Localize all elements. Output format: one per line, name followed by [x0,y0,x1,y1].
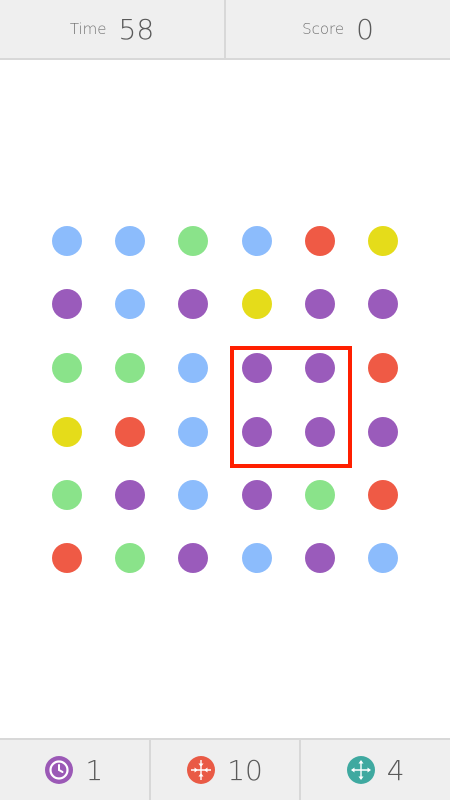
shrinker-icon [187,756,216,784]
dot-purple[interactable] [242,417,272,447]
game-screen: Time 58 Score 0 1 10 4 [0,0,450,800]
time-label: Time [69,20,107,38]
dot-purple[interactable] [305,289,335,319]
dot-blue[interactable] [368,543,398,573]
dot-green[interactable] [305,480,335,510]
dot-purple[interactable] [242,353,272,383]
time-display: Time 58 [0,0,224,58]
time-stop-count: 1 [85,753,104,787]
dot-yellow[interactable] [368,226,398,256]
score-display: Score 0 [224,0,450,58]
shrinker-count: 10 [227,753,263,787]
dot-green[interactable] [115,353,145,383]
dot-red[interactable] [368,480,398,510]
dot-purple[interactable] [115,480,145,510]
status-bar: Time 58 Score 0 [0,0,450,60]
dot-purple[interactable] [368,289,398,319]
dot-yellow[interactable] [52,417,82,447]
powerup-expander[interactable]: 4 [299,740,450,800]
dot-purple[interactable] [178,543,208,573]
dot-blue[interactable] [242,543,272,573]
dot-blue[interactable] [178,353,208,383]
dot-red[interactable] [115,417,145,447]
dot-board [0,60,450,738]
dot-blue[interactable] [242,226,272,256]
powerup-bar: 1 10 4 [0,738,450,800]
dot-red[interactable] [305,226,335,256]
expander-icon [346,756,375,784]
dot-red[interactable] [368,353,398,383]
dot-blue[interactable] [178,480,208,510]
dot-purple[interactable] [52,289,82,319]
dot-purple[interactable] [305,543,335,573]
expander-count: 4 [386,753,405,787]
powerup-time-stop[interactable]: 1 [0,740,149,800]
dot-purple[interactable] [305,417,335,447]
dot-blue[interactable] [115,289,145,319]
dot-yellow[interactable] [242,289,272,319]
clock-icon [45,756,74,784]
dot-purple[interactable] [368,417,398,447]
dot-purple[interactable] [305,353,335,383]
dot-green[interactable] [52,353,82,383]
dot-purple[interactable] [178,289,208,319]
dot-red[interactable] [52,543,82,573]
time-value: 58 [118,12,155,46]
dot-green[interactable] [52,480,82,510]
powerup-shrinker[interactable]: 10 [148,740,300,800]
dot-blue[interactable] [52,226,82,256]
dot-blue[interactable] [178,417,208,447]
score-value: 0 [356,12,374,46]
dot-purple[interactable] [242,480,272,510]
dot-blue[interactable] [115,226,145,256]
dot-green[interactable] [178,226,208,256]
dot-green[interactable] [115,543,145,573]
score-label: Score [302,20,345,38]
